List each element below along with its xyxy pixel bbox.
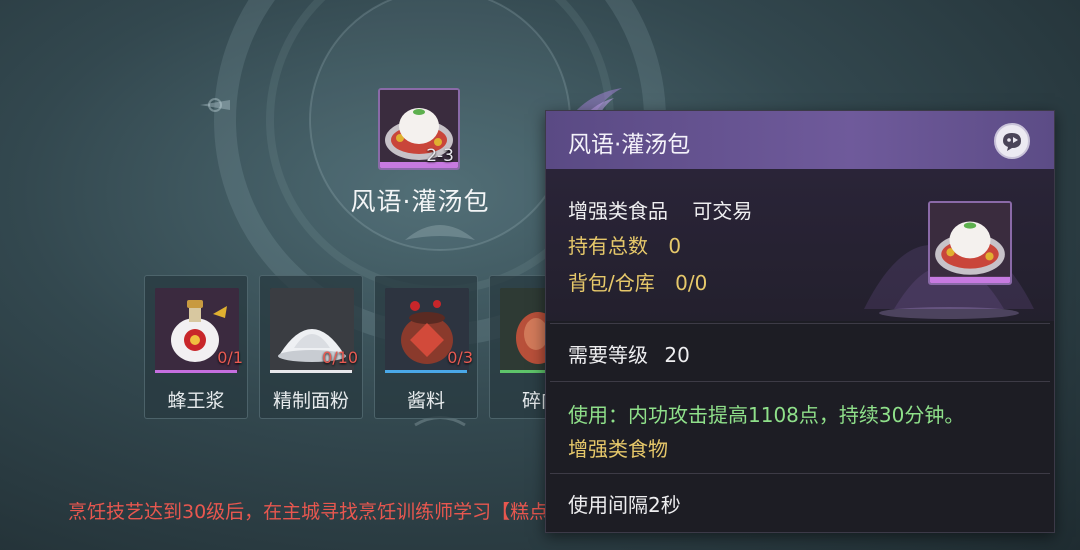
total-owned-value: 0: [668, 234, 682, 258]
tooltip-header: 风语·灌汤包: [546, 111, 1054, 169]
chat-share-icon: [1003, 133, 1021, 151]
required-level-row: 需要等级 20: [568, 339, 690, 368]
bag-storage-row: 背包/仓库 0/0: [568, 267, 707, 296]
ingredient-label: 酱料: [406, 390, 445, 412]
share-chat-button[interactable]: [994, 123, 1030, 159]
item-tradable: 可交易: [692, 199, 753, 223]
main-item-quantity: 2-3: [426, 146, 454, 166]
bag-storage-label: 背包/仓库: [568, 271, 655, 295]
required-level-value: 20: [664, 343, 690, 367]
ingredient-label: 精制面粉: [272, 390, 349, 412]
use-cooldown-text: 使用间隔2秒: [568, 493, 681, 517]
total-owned-label: 持有总数: [568, 234, 648, 258]
divider: [550, 323, 1050, 324]
item-effect-text: 使用：内功攻击提高1108点，持续30分钟。: [568, 403, 965, 427]
item-category: 增强类食品: [568, 199, 668, 223]
ingredient-slot-flour[interactable]: 0/10 精制面粉: [259, 275, 363, 419]
soup-dumpling-icon: [930, 203, 1010, 283]
main-item-name: 风语·灌汤包: [350, 187, 490, 216]
main-item-slot[interactable]: 2-3: [378, 88, 460, 170]
item-category-row: 增强类食品 可交易: [568, 195, 752, 224]
tooltip-item-icon: [928, 201, 1012, 285]
total-owned-row: 持有总数 0: [568, 230, 681, 259]
bag-storage-value: 0/0: [675, 271, 708, 295]
ingredient-slot-sauce[interactable]: 0/3 酱料: [374, 275, 478, 419]
item-tooltip: 风语·灌汤包 增强类食品 可交易 持有总数 0 背包/仓库 0/0 需要等级 2…: [545, 110, 1055, 533]
ingredient-slot-royal-jelly[interactable]: 0/1 蜂王浆: [144, 275, 248, 419]
divider: [550, 381, 1050, 382]
divider: [550, 473, 1050, 474]
tooltip-title: 风语·灌汤包: [568, 132, 691, 158]
item-type-note: 增强类食物: [568, 437, 668, 461]
required-level-label: 需要等级: [568, 343, 648, 367]
ingredient-label: 蜂王浆: [167, 390, 225, 412]
